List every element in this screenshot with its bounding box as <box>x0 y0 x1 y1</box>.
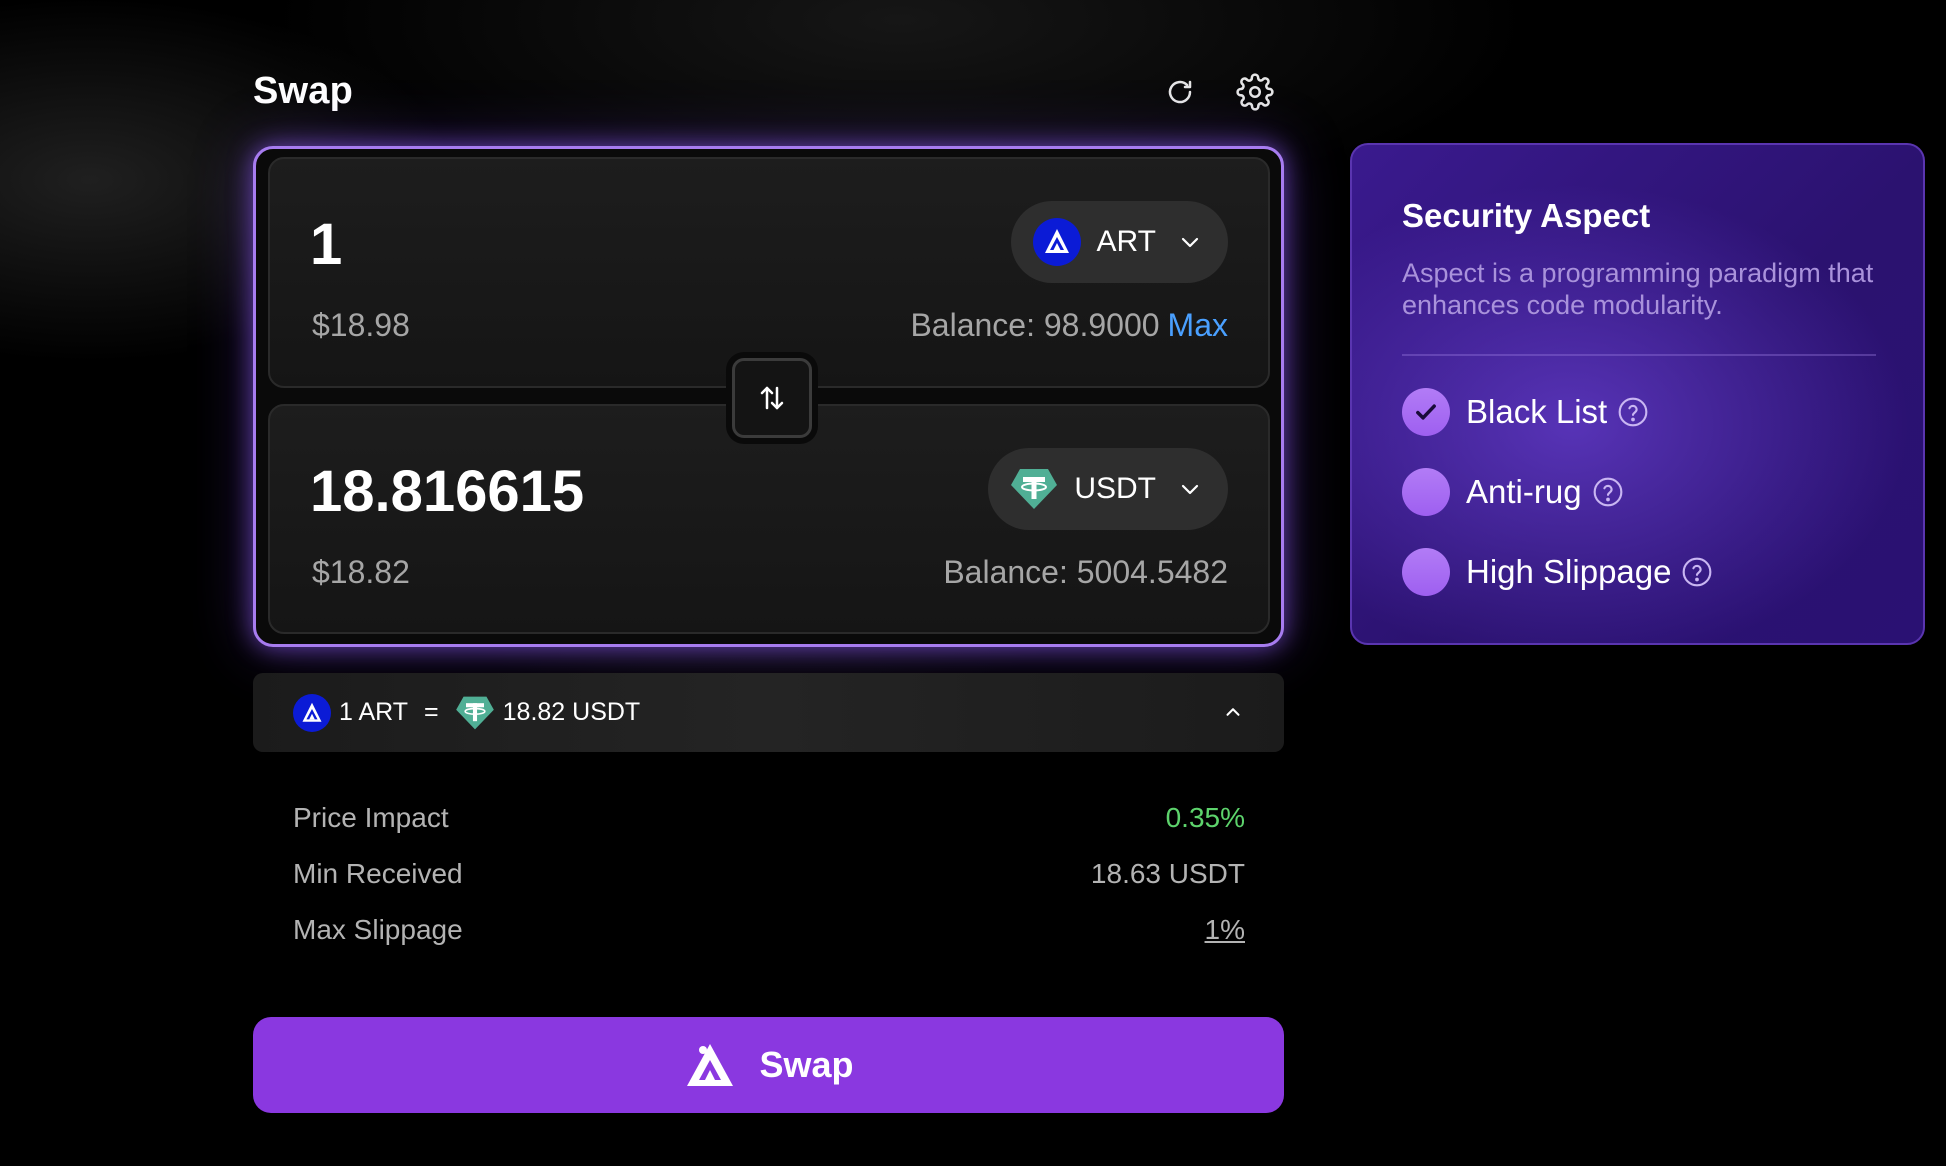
swap-details: Price Impact 0.35% Min Received 18.63 US… <box>293 790 1245 958</box>
swap-button[interactable]: Swap <box>253 1017 1284 1113</box>
help-circle-icon[interactable] <box>1681 556 1713 588</box>
check-icon <box>1416 404 1436 420</box>
detail-label: Price Impact <box>293 802 449 833</box>
max-slippage-link[interactable]: 1% <box>1205 914 1245 946</box>
detail-row-max-slippage: Max Slippage 1% <box>293 902 1245 958</box>
detail-row-min-received: Min Received 18.63 USDT <box>293 846 1245 902</box>
swap-arrows-icon <box>760 386 784 410</box>
from-panel: 1 $18.98 ART Balance: 98.9000 Max <box>268 157 1270 388</box>
option-label: High Slippage <box>1466 553 1672 590</box>
security-aspect-card: Security Aspect Aspect is a programming … <box>1350 143 1925 645</box>
detail-value: 0.35% <box>1165 802 1245 833</box>
page-title: Swap <box>253 70 354 112</box>
help-circle-icon[interactable] <box>1617 396 1649 428</box>
anti-rug-checkbox[interactable] <box>1402 468 1450 516</box>
option-label: Anti-rug <box>1466 473 1582 510</box>
security-description: Aspect is a programming paradigm that en… <box>1402 258 1874 320</box>
to-usd-value: $18.82 <box>312 554 410 590</box>
chevron-down-icon <box>1181 237 1199 248</box>
black-list-checkbox[interactable] <box>1402 388 1450 436</box>
option-label: Black List <box>1466 393 1608 430</box>
from-amount-input[interactable]: 1 <box>310 211 342 278</box>
swap-form: 1 $18.98 ART Balance: 98.9000 Max 18.8166… <box>253 146 1284 647</box>
from-balance-text: Balance: 98.9000 <box>910 307 1160 343</box>
from-balance: Balance: 98.9000 Max <box>910 307 1228 344</box>
exchange-rate-bar[interactable]: 1 ART = 18.82 USDT <box>253 673 1284 752</box>
help-circle-icon[interactable] <box>1592 476 1624 508</box>
option-high-slippage[interactable]: High Slippage <box>1402 548 1713 596</box>
art-token-icon <box>1032 218 1081 266</box>
artela-logo-icon <box>687 1044 734 1086</box>
to-balance: Balance: 5004.5482 <box>943 554 1228 590</box>
option-black-list[interactable]: Black List <box>1402 388 1649 436</box>
divider <box>1402 354 1876 356</box>
art-token-icon <box>293 693 331 732</box>
max-button[interactable]: Max <box>1168 307 1228 343</box>
from-token-selector[interactable]: ART <box>1010 201 1228 283</box>
settings-button[interactable] <box>1235 72 1275 112</box>
usdt-token-icon <box>455 696 494 729</box>
high-slippage-checkbox[interactable] <box>1402 548 1450 596</box>
option-anti-rug[interactable]: Anti-rug <box>1402 468 1624 516</box>
to-panel: 18.816615 $18.82 USDT Balance: 5004.5482 <box>268 404 1270 634</box>
detail-label: Min Received <box>293 858 463 889</box>
from-usd-value: $18.98 <box>312 307 410 343</box>
security-title: Security Aspect <box>1402 197 1651 234</box>
refresh-icon <box>1168 80 1192 104</box>
chevron-down-icon <box>1181 484 1199 495</box>
detail-row-price-impact: Price Impact 0.35% <box>293 790 1245 846</box>
to-token-name: USDT <box>1074 472 1156 505</box>
from-token-name: ART <box>1096 225 1156 258</box>
flip-tokens-button[interactable] <box>732 358 812 438</box>
detail-value: 18.63 USDT <box>1090 858 1245 889</box>
usdt-token-icon <box>1011 469 1058 509</box>
rate-equals: = <box>424 698 439 726</box>
detail-label: Max Slippage <box>293 914 463 945</box>
swap-button-label: Swap <box>759 1044 854 1085</box>
to-token-selector[interactable]: USDT <box>988 448 1228 530</box>
rate-from: 1 ART <box>339 698 409 726</box>
refresh-button[interactable] <box>1160 72 1200 112</box>
to-amount-input[interactable]: 18.816615 <box>310 458 584 525</box>
swap-page: Swap 1 $18.98 ART Balance: 98.9000 Max 1… <box>0 0 1946 1166</box>
chevron-up-icon[interactable] <box>1222 701 1244 723</box>
gear-icon <box>1236 73 1274 111</box>
rate-to: 18.82 USDT <box>502 698 641 726</box>
